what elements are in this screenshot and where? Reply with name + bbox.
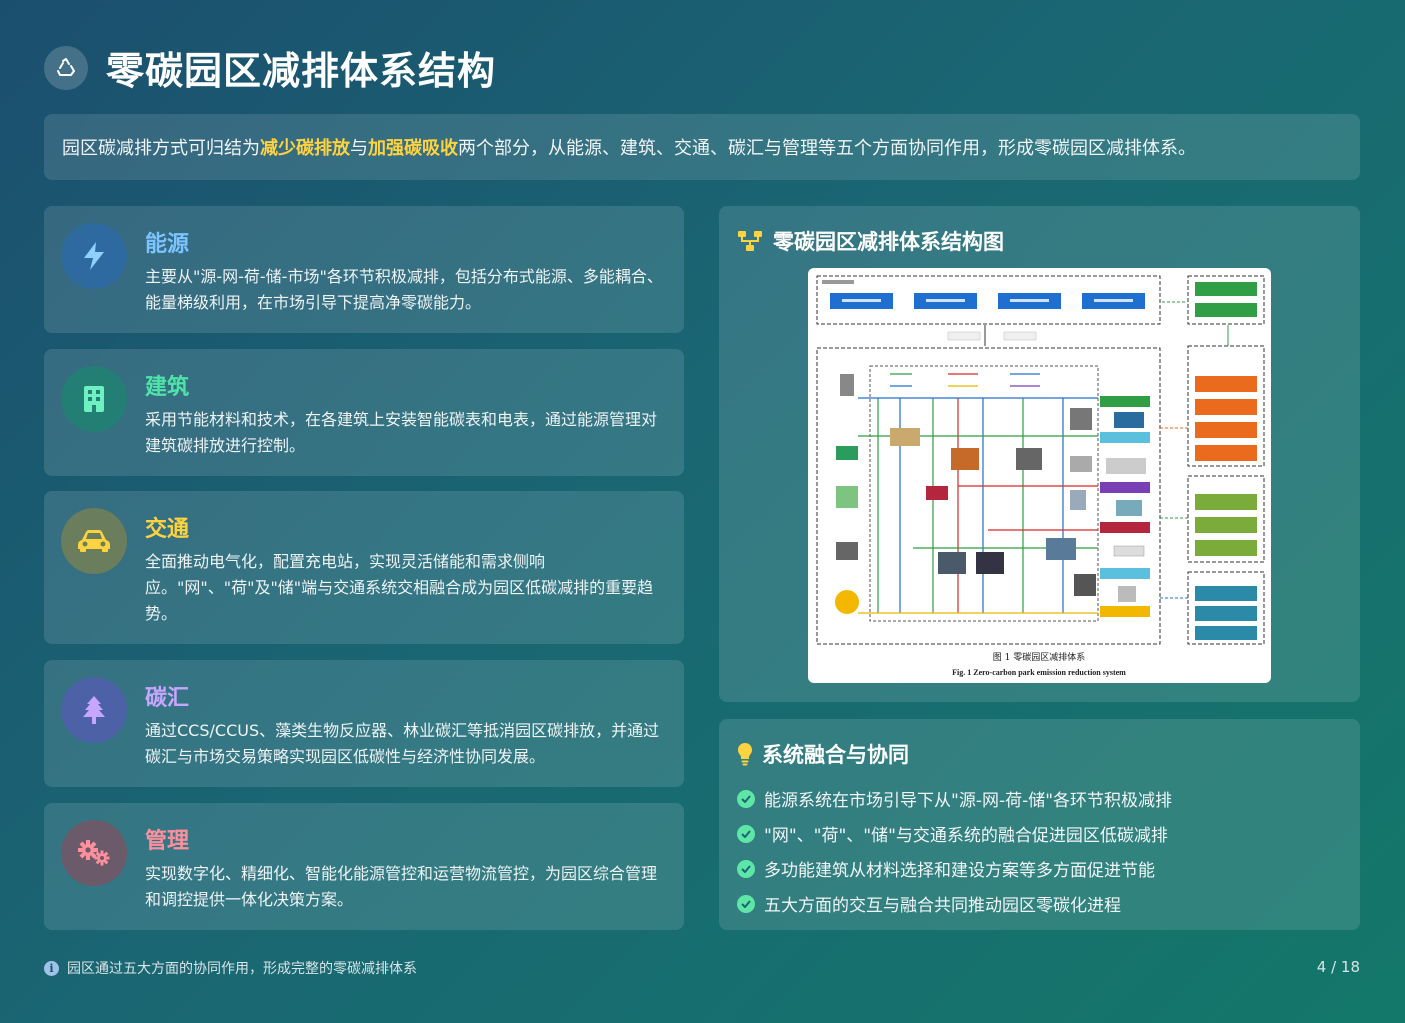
check-circle-icon xyxy=(737,894,755,913)
card-transport: 交通 全面推动电气化，配置充电站，实现灵活储能和需求侧响应。"网"、"荷"及"储… xyxy=(44,491,684,644)
synergy-list: 能源系统在市场引导下从"源-网-荷-储"各环节积极减排 "网"、"荷"、"储"与… xyxy=(737,781,1172,921)
list-item-text: 多功能建筑从材料选择和建设方案等多方面促进节能 xyxy=(764,861,1155,881)
diagram-panel: 零碳园区减排体系结构图 图 1 零碳园区减排体系 Fig. 1 Zero-car… xyxy=(719,206,1360,702)
synergy-panel: 系统融合与协同 能源系统在市场引导下从"源-网-荷-储"各环节积极减排 "网"、… xyxy=(719,719,1360,930)
card-text: 主要从"源-网-荷-储-市场"各环节积极减排，包括分布式能源、多能耦合、能量梯级… xyxy=(145,267,663,312)
card-text: 实现数字化、精细化、智能化能源管控和运营物流管控，为园区综合管理和调控提供一体化… xyxy=(145,864,658,909)
card-title: 管理 xyxy=(145,829,190,854)
synergy-panel-title: 系统融合与协同 xyxy=(737,739,909,769)
intro-text: 两个部分，从能源、建筑、交通、碳汇与管理等五个方面协同作用，形成零碳园区减排体系… xyxy=(458,138,1196,159)
figure-caption-en: Fig. 1 Zero-carbon park emission reducti… xyxy=(952,668,1126,677)
card-title: 建筑 xyxy=(145,375,190,400)
card-title: 碳汇 xyxy=(145,686,190,711)
check-circle-icon xyxy=(737,824,755,843)
list-item: 多功能建筑从材料选择和建设方案等多方面促进节能 xyxy=(737,851,1172,886)
footer-note: i 园区通过五大方面的协同作用，形成完整的零碳减排体系 xyxy=(44,958,417,978)
bolt-icon xyxy=(61,223,127,289)
recycle-icon xyxy=(44,45,88,90)
card-energy: 能源 主要从"源-网-荷-储-市场"各环节积极减排，包括分布式能源、多能耦合、能… xyxy=(44,206,684,333)
diagram-panel-title: 零碳园区减排体系结构图 xyxy=(737,226,1004,256)
lightbulb-icon xyxy=(737,742,753,766)
building-icon xyxy=(61,366,127,432)
list-item-text: "网"、"荷"、"储"与交通系统的融合促进园区低碳减排 xyxy=(764,826,1168,846)
intro-text: 园区碳减排方式可归结为 xyxy=(62,138,260,159)
list-item: "网"、"荷"、"储"与交通系统的融合促进园区低碳减排 xyxy=(737,816,1172,851)
synergy-title: 系统融合与协同 xyxy=(762,743,909,767)
page-title: 零碳园区减排体系结构 xyxy=(106,49,497,93)
card-title: 能源 xyxy=(145,232,190,257)
card-management: 管理 实现数字化、精细化、智能化能源管控和运营物流管控，为园区综合管理和调控提供… xyxy=(44,803,684,930)
footer-text: 园区通过五大方面的协同作用，形成完整的零碳减排体系 xyxy=(67,961,417,977)
intro-highlight-reduce: 减少碳排放 xyxy=(260,138,350,159)
list-item-text: 五大方面的交互与融合共同推动园区零碳化进程 xyxy=(764,896,1121,916)
card-text: 采用节能材料和技术，在各建筑上安装智能碳表和电表，通过能源管理对建筑碳排放进行控… xyxy=(145,410,658,455)
gears-icon xyxy=(61,820,127,886)
card-title: 交通 xyxy=(145,517,190,542)
intro-highlight-absorb: 加强碳吸收 xyxy=(368,138,458,159)
list-item-text: 能源系统在市场引导下从"源-网-荷-储"各环节积极减排 xyxy=(764,791,1173,811)
sitemap-icon xyxy=(737,230,763,252)
info-icon: i xyxy=(44,960,59,976)
intro-banner: 园区碳减排方式可归结为 减少碳排放与加强碳吸收 两个部分，从能源、建筑、交通、碳汇与… xyxy=(44,114,1360,180)
figure-caption-cn: 图 1 零碳园区减排体系 xyxy=(993,651,1085,663)
reduction-system-figure: 图 1 零碳园区减排体系 Fig. 1 Zero-carbon park emi… xyxy=(808,268,1271,683)
diagram-title: 零碳园区减排体系结构图 xyxy=(773,230,1004,254)
card-text: 全面推动电气化，配置充电站，实现灵活储能和需求侧响应。"网"、"荷"及"储"端与… xyxy=(145,552,654,623)
header: 零碳园区减排体系结构 xyxy=(44,40,496,95)
page-number: 4 / 18 xyxy=(1316,958,1360,976)
list-item: 能源系统在市场引导下从"源-网-荷-储"各环节积极减排 xyxy=(737,781,1172,816)
card-text: 通过CCS/CCUS、藻类生物反应器、林业碳汇等抵消园区碳排放，并通过碳汇与市场… xyxy=(145,721,660,766)
check-circle-icon xyxy=(737,859,755,878)
check-circle-icon xyxy=(737,789,755,808)
car-icon xyxy=(61,508,127,574)
intro-text: 与 xyxy=(350,138,368,159)
card-carbon-sink: 碳汇 通过CCS/CCUS、藻类生物反应器、林业碳汇等抵消园区碳排放，并通过碳汇… xyxy=(44,660,684,787)
card-building: 建筑 采用节能材料和技术，在各建筑上安装智能碳表和电表，通过能源管理对建筑碳排放… xyxy=(44,349,684,476)
tree-icon xyxy=(61,677,127,743)
list-item: 五大方面的交互与融合共同推动园区零碳化进程 xyxy=(737,886,1172,921)
